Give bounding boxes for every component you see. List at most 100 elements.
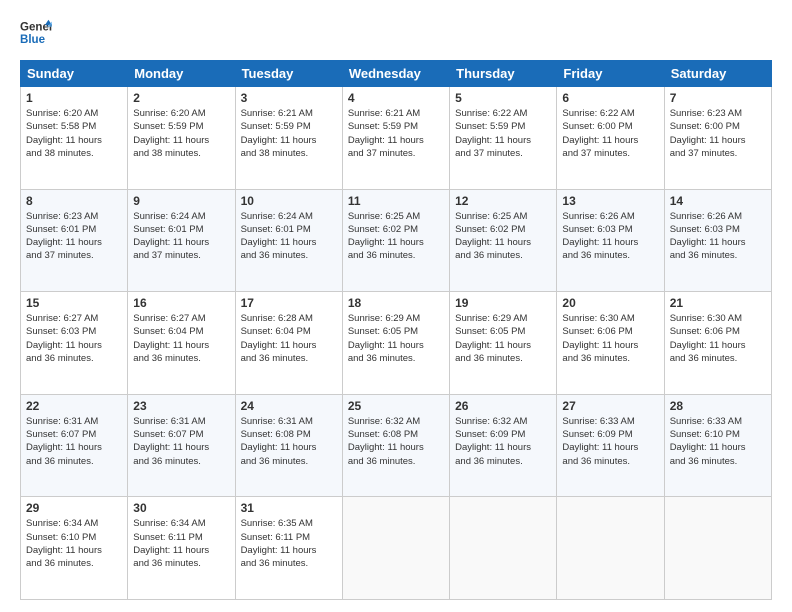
day-cell: 11Sunrise: 6:25 AMSunset: 6:02 PMDayligh… [342, 189, 449, 292]
day-content: Sunrise: 6:35 AMSunset: 6:11 PMDaylight:… [241, 517, 337, 570]
day-cell: 10Sunrise: 6:24 AMSunset: 6:01 PMDayligh… [235, 189, 342, 292]
day-cell: 19 Sunrise: 6:29 AMSunset: 6:05 PMDayligh… [450, 292, 557, 395]
weekday-header-sunday: Sunday [21, 61, 128, 87]
day-cell: 25 Sunrise: 6:32 AMSunset: 6:08 PMDayligh… [342, 394, 449, 497]
day-number: 31 [241, 501, 337, 515]
day-cell: 30 Sunrise: 6:34 AMSunset: 6:11 PMDayligh… [128, 497, 235, 600]
day-content: Sunrise: 6:22 AMSunset: 5:59 PMDaylight:… [455, 107, 551, 160]
day-content: Sunrise: 6:31 AMSunset: 6:07 PMDaylight:… [133, 415, 229, 468]
day-content: Sunrise: 6:23 AMSunset: 6:01 PMDaylight:… [26, 210, 122, 263]
day-content: Sunrise: 6:25 AMSunset: 6:02 PMDaylight:… [348, 210, 444, 263]
weekday-header-friday: Friday [557, 61, 664, 87]
day-number: 15 [26, 296, 122, 310]
day-number: 16 [133, 296, 229, 310]
day-number: 14 [670, 194, 766, 208]
day-number: 30 [133, 501, 229, 515]
day-cell: 7 Sunrise: 6:23 AMSunset: 6:00 PMDaylight… [664, 87, 771, 190]
day-content: Sunrise: 6:34 AMSunset: 6:11 PMDaylight:… [133, 517, 229, 570]
day-cell: 16 Sunrise: 6:27 AMSunset: 6:04 PMDayligh… [128, 292, 235, 395]
day-number: 1 [26, 91, 122, 105]
day-content: Sunrise: 6:28 AMSunset: 6:04 PMDaylight:… [241, 312, 337, 365]
day-cell: 20 Sunrise: 6:30 AMSunset: 6:06 PMDayligh… [557, 292, 664, 395]
day-cell: 5 Sunrise: 6:22 AMSunset: 5:59 PMDaylight… [450, 87, 557, 190]
day-cell [557, 497, 664, 600]
day-cell [342, 497, 449, 600]
day-number: 4 [348, 91, 444, 105]
day-cell: 18 Sunrise: 6:29 AMSunset: 6:05 PMDayligh… [342, 292, 449, 395]
day-number: 3 [241, 91, 337, 105]
day-number: 24 [241, 399, 337, 413]
day-content: Sunrise: 6:32 AMSunset: 6:09 PMDaylight:… [455, 415, 551, 468]
day-content: Sunrise: 6:29 AMSunset: 6:05 PMDaylight:… [455, 312, 551, 365]
day-content: Sunrise: 6:30 AMSunset: 6:06 PMDaylight:… [670, 312, 766, 365]
svg-text:Blue: Blue [20, 34, 46, 46]
day-number: 20 [562, 296, 658, 310]
day-content: Sunrise: 6:24 AMSunset: 6:01 PMDaylight:… [241, 210, 337, 263]
day-number: 17 [241, 296, 337, 310]
day-cell: 9Sunrise: 6:24 AMSunset: 6:01 PMDaylight… [128, 189, 235, 292]
day-number: 2 [133, 91, 229, 105]
day-cell: 21 Sunrise: 6:30 AMSunset: 6:06 PMDayligh… [664, 292, 771, 395]
day-number: 13 [562, 194, 658, 208]
day-content: Sunrise: 6:26 AMSunset: 6:03 PMDaylight:… [670, 210, 766, 263]
day-number: 18 [348, 296, 444, 310]
day-number: 5 [455, 91, 551, 105]
day-content: Sunrise: 6:21 AMSunset: 5:59 PMDaylight:… [241, 107, 337, 160]
week-row-5: 29 Sunrise: 6:34 AMSunset: 6:10 PMDayligh… [21, 497, 772, 600]
week-row-3: 15 Sunrise: 6:27 AMSunset: 6:03 PMDayligh… [21, 292, 772, 395]
day-number: 7 [670, 91, 766, 105]
page: General Blue SundayMondayTuesdayWednesda… [0, 0, 792, 612]
day-content: Sunrise: 6:34 AMSunset: 6:10 PMDaylight:… [26, 517, 122, 570]
weekday-header-tuesday: Tuesday [235, 61, 342, 87]
day-number: 22 [26, 399, 122, 413]
day-content: Sunrise: 6:31 AMSunset: 6:07 PMDaylight:… [26, 415, 122, 468]
day-content: Sunrise: 6:27 AMSunset: 6:03 PMDaylight:… [26, 312, 122, 365]
weekday-header-saturday: Saturday [664, 61, 771, 87]
week-row-1: 1Sunrise: 6:20 AMSunset: 5:58 PMDaylight… [21, 87, 772, 190]
day-content: Sunrise: 6:30 AMSunset: 6:06 PMDaylight:… [562, 312, 658, 365]
day-cell: 4 Sunrise: 6:21 AMSunset: 5:59 PMDaylight… [342, 87, 449, 190]
day-content: Sunrise: 6:23 AMSunset: 6:00 PMDaylight:… [670, 107, 766, 160]
day-number: 21 [670, 296, 766, 310]
day-content: Sunrise: 6:20 AMSunset: 5:59 PMDaylight:… [133, 107, 229, 160]
day-number: 12 [455, 194, 551, 208]
day-cell: 15 Sunrise: 6:27 AMSunset: 6:03 PMDayligh… [21, 292, 128, 395]
day-number: 27 [562, 399, 658, 413]
day-content: Sunrise: 6:31 AMSunset: 6:08 PMDaylight:… [241, 415, 337, 468]
day-content: Sunrise: 6:33 AMSunset: 6:10 PMDaylight:… [670, 415, 766, 468]
day-number: 26 [455, 399, 551, 413]
day-number: 19 [455, 296, 551, 310]
weekday-header-monday: Monday [128, 61, 235, 87]
day-number: 28 [670, 399, 766, 413]
day-content: Sunrise: 6:32 AMSunset: 6:08 PMDaylight:… [348, 415, 444, 468]
day-content: Sunrise: 6:33 AMSunset: 6:09 PMDaylight:… [562, 415, 658, 468]
day-number: 29 [26, 501, 122, 515]
day-cell: 24 Sunrise: 6:31 AMSunset: 6:08 PMDayligh… [235, 394, 342, 497]
day-cell: 27 Sunrise: 6:33 AMSunset: 6:09 PMDayligh… [557, 394, 664, 497]
day-cell [450, 497, 557, 600]
week-row-4: 22 Sunrise: 6:31 AMSunset: 6:07 PMDayligh… [21, 394, 772, 497]
day-number: 25 [348, 399, 444, 413]
day-cell: 23 Sunrise: 6:31 AMSunset: 6:07 PMDayligh… [128, 394, 235, 497]
logo: General Blue [20, 18, 52, 50]
day-content: Sunrise: 6:25 AMSunset: 6:02 PMDaylight:… [455, 210, 551, 263]
week-row-2: 8Sunrise: 6:23 AMSunset: 6:01 PMDaylight… [21, 189, 772, 292]
day-cell: 2 Sunrise: 6:20 AMSunset: 5:59 PMDaylight… [128, 87, 235, 190]
day-content: Sunrise: 6:21 AMSunset: 5:59 PMDaylight:… [348, 107, 444, 160]
day-cell: 29 Sunrise: 6:34 AMSunset: 6:10 PMDayligh… [21, 497, 128, 600]
day-content: Sunrise: 6:27 AMSunset: 6:04 PMDaylight:… [133, 312, 229, 365]
day-cell: 12 Sunrise: 6:25 AMSunset: 6:02 PMDayligh… [450, 189, 557, 292]
day-cell: 8Sunrise: 6:23 AMSunset: 6:01 PMDaylight… [21, 189, 128, 292]
day-content: Sunrise: 6:29 AMSunset: 6:05 PMDaylight:… [348, 312, 444, 365]
day-cell: 26 Sunrise: 6:32 AMSunset: 6:09 PMDayligh… [450, 394, 557, 497]
header: General Blue [20, 18, 772, 50]
day-cell: 17 Sunrise: 6:28 AMSunset: 6:04 PMDayligh… [235, 292, 342, 395]
day-number: 23 [133, 399, 229, 413]
day-content: Sunrise: 6:26 AMSunset: 6:03 PMDaylight:… [562, 210, 658, 263]
day-cell: 3 Sunrise: 6:21 AMSunset: 5:59 PMDaylight… [235, 87, 342, 190]
calendar-table: SundayMondayTuesdayWednesdayThursdayFrid… [20, 60, 772, 600]
day-cell: 1Sunrise: 6:20 AMSunset: 5:58 PMDaylight… [21, 87, 128, 190]
weekday-header-row: SundayMondayTuesdayWednesdayThursdayFrid… [21, 61, 772, 87]
day-cell: 28 Sunrise: 6:33 AMSunset: 6:10 PMDayligh… [664, 394, 771, 497]
day-number: 6 [562, 91, 658, 105]
